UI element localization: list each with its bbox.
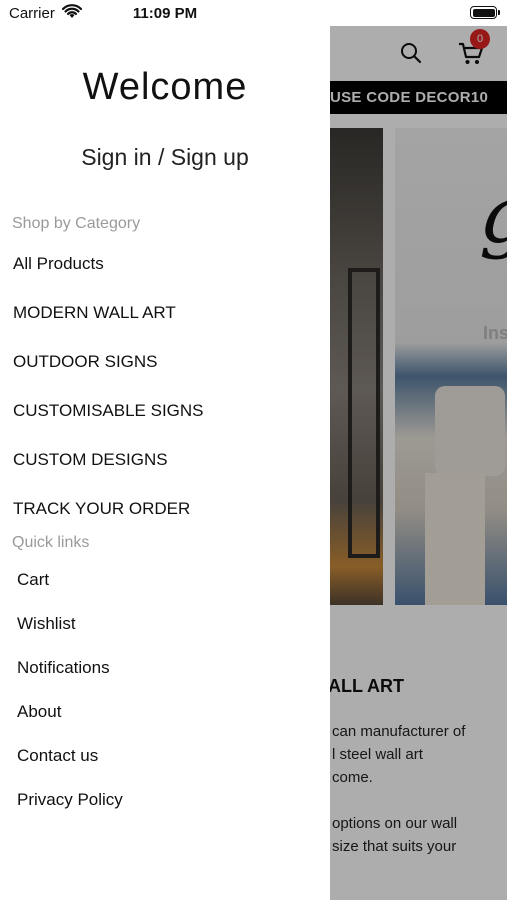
category-modern-wall-art[interactable]: MODERN WALL ART (13, 303, 176, 323)
welcome-title: Welcome (82, 66, 248, 108)
quick-link-wishlist[interactable]: Wishlist (17, 614, 76, 634)
drawer-overlay[interactable] (330, 26, 507, 900)
clock: 11:09 PM (132, 5, 198, 22)
quick-link-cart[interactable]: Cart (17, 570, 49, 590)
signin-link[interactable]: Sign in / Sign up (0, 144, 330, 171)
quick-link-privacy-policy[interactable]: Privacy Policy (17, 790, 123, 810)
quick-link-notifications[interactable]: Notifications (17, 658, 110, 678)
status-bar: Carrier 11:09 PM (0, 0, 507, 26)
quick-link-about[interactable]: About (17, 702, 61, 722)
category-outdoor-signs[interactable]: OUTDOOR SIGNS (13, 352, 158, 372)
side-drawer: Welcome Sign in / Sign up Shop by Catego… (0, 26, 330, 900)
category-track-your-order[interactable]: TRACK YOUR ORDER (13, 499, 190, 519)
battery-icon (470, 6, 500, 19)
shop-by-category-title: Shop by Category (12, 215, 141, 232)
quick-link-contact-us[interactable]: Contact us (17, 746, 98, 766)
category-customisable-signs[interactable]: CUSTOMISABLE SIGNS (13, 401, 204, 421)
category-all-products[interactable]: All Products (13, 254, 104, 274)
quick-links-title: Quick links (12, 534, 90, 551)
category-custom-designs[interactable]: CUSTOM DESIGNS (13, 450, 168, 470)
